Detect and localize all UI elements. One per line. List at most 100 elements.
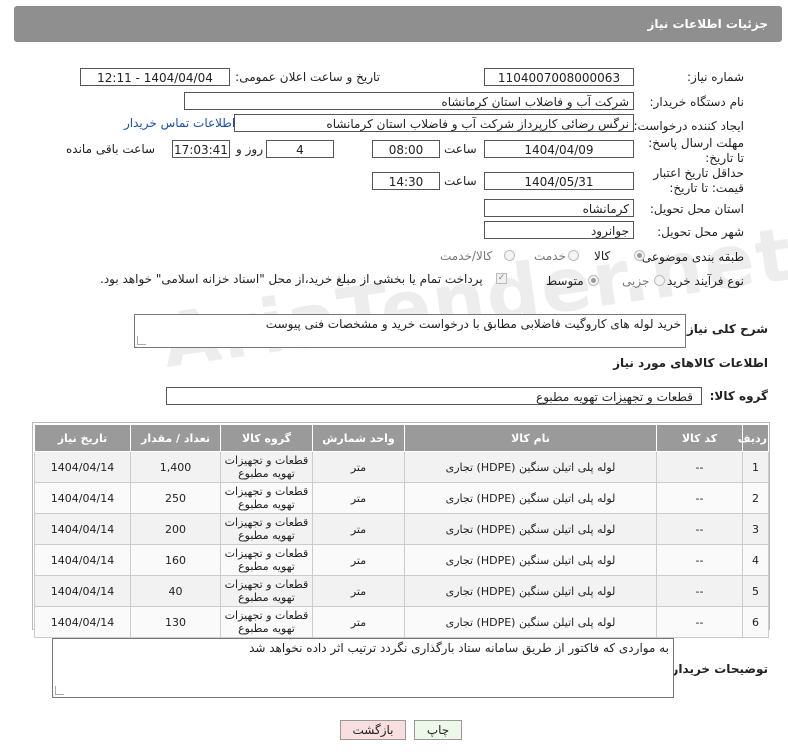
cell-row-number: 3 <box>742 513 769 545</box>
city-field: جوانرود <box>484 221 634 239</box>
process-radio-medium[interactable] <box>588 275 599 286</box>
cell-group: قطعات و تجهیزات تهویه مطبوع <box>220 451 313 483</box>
cell-unit: متر <box>312 575 405 607</box>
description-text: خرید لوله های کاروگیت فاضلابی مطابق با د… <box>265 317 681 331</box>
cell-item-name: لوله پلی اتیلن سنگین (HDPE) تجاری <box>404 544 657 576</box>
cell-need-date: 1404/04/14 <box>34 482 131 514</box>
cell-item-code: -- <box>656 513 743 545</box>
creator-label: ایجاد کننده درخواست: <box>633 119 744 133</box>
need-number-label: شماره نیاز: <box>687 70 744 84</box>
cell-need-date: 1404/04/14 <box>34 451 131 483</box>
cell-row-number: 4 <box>742 544 769 576</box>
creator-field: نرگس رضائی کارپرداز شرکت آب و فاضلاب است… <box>234 114 634 132</box>
description-label: شرح کلی نیاز: <box>682 322 768 336</box>
announce-field: 1404/04/04 - 12:11 <box>80 68 230 86</box>
resize-handle-icon[interactable] <box>55 686 64 695</box>
province-label: استان محل تحویل: <box>649 202 744 216</box>
category-radio-service[interactable] <box>568 250 579 261</box>
cell-unit: متر <box>312 544 405 576</box>
goods-table: ردیف کد کالا نام کالا واحد شمارش گروه کا… <box>34 424 769 638</box>
goods-group-field: قطعات و تجهیزات تهویه مطبوع <box>166 387 702 405</box>
remaining-time-field: 17:03:41 <box>172 140 230 158</box>
cell-quantity: 160 <box>130 544 221 576</box>
description-textarea[interactable]: خرید لوله های کاروگیت فاضلابی مطابق با د… <box>134 314 686 348</box>
buyer-org-field: شرکت آب و فاضلاب استان کرمانشاه <box>184 92 634 110</box>
cell-quantity: 1,400 <box>130 451 221 483</box>
treasury-payment-note: پرداخت تمام یا بخشی از مبلغ خرید،از محل … <box>100 272 483 286</box>
reply-time-field: 08:00 <box>372 140 440 158</box>
days-label: روز و <box>236 142 263 156</box>
goods-section-title: اطلاعات کالاهای مورد نیاز <box>613 356 768 370</box>
buyer-notes-text: به مواردی که فاکتور از طریق سامانه ستاد … <box>249 641 669 655</box>
cell-need-date: 1404/04/14 <box>34 606 131 638</box>
cell-item-name: لوله پلی اتیلن سنگین (HDPE) تجاری <box>404 575 657 607</box>
cell-quantity: 250 <box>130 482 221 514</box>
cell-group: قطعات و تجهیزات تهویه مطبوع <box>220 606 313 638</box>
price-date-field: 1404/05/31 <box>484 172 634 190</box>
cell-item-name: لوله پلی اتیلن سنگین (HDPE) تجاری <box>404 513 657 545</box>
cell-quantity: 200 <box>130 513 221 545</box>
cell-unit: متر <box>312 513 405 545</box>
reply-date-field: 1404/04/09 <box>484 140 634 158</box>
cell-group: قطعات و تجهیزات تهویه مطبوع <box>220 513 313 545</box>
table-header-row: ردیف کد کالا نام کالا واحد شمارش گروه کا… <box>34 424 769 452</box>
cell-group: قطعات و تجهیزات تهویه مطبوع <box>220 575 313 607</box>
reply-deadline-label: مهلت ارسال پاسخ: تا تاریخ: <box>648 136 744 165</box>
category-option-service: خدمت <box>534 249 566 263</box>
process-option-medium: متوسط <box>546 274 584 288</box>
cell-item-code: -- <box>656 544 743 576</box>
cell-unit: متر <box>312 451 405 483</box>
process-option-minor: جزیی <box>622 274 650 288</box>
print-button[interactable]: چاپ <box>414 720 462 740</box>
days-remaining-field: 4 <box>266 140 334 158</box>
process-radio-minor[interactable] <box>654 275 665 286</box>
cell-item-name: لوله پلی اتیلن سنگین (HDPE) تجاری <box>404 451 657 483</box>
cell-row-number: 2 <box>742 482 769 514</box>
cell-need-date: 1404/04/14 <box>34 513 131 545</box>
cell-group: قطعات و تجهیزات تهویه مطبوع <box>220 544 313 576</box>
page-title: جزئیات اطلاعات نیاز <box>647 17 768 31</box>
col-header-item-name: نام کالا <box>404 424 657 452</box>
cell-need-date: 1404/04/14 <box>34 544 131 576</box>
province-field: کرمانشاه <box>484 199 634 217</box>
cell-need-date: 1404/04/14 <box>34 575 131 607</box>
remaining-time-label: ساعت باقی مانده <box>66 142 156 156</box>
col-header-group: گروه کالا <box>220 424 313 452</box>
treasury-payment-checkbox[interactable]: ✓ <box>496 273 507 284</box>
reply-time-label: ساعت <box>444 142 477 156</box>
price-time-field: 14:30 <box>372 172 440 190</box>
cell-quantity: 40 <box>130 575 221 607</box>
cell-row-number: 6 <box>742 606 769 638</box>
col-header-need-date: تاریخ نیاز <box>34 424 131 452</box>
category-radio-goods-service[interactable] <box>504 250 515 261</box>
category-label: طبقه بندی موضوعی: <box>637 250 744 264</box>
col-header-row-number: ردیف <box>738 424 769 452</box>
back-button[interactable]: بازگشت <box>340 720 406 740</box>
table-row: 1 -- لوله پلی اتیلن سنگین (HDPE) تجاری م… <box>34 451 769 483</box>
col-header-quantity: تعداد / مقدار <box>130 424 221 452</box>
category-radio-goods[interactable] <box>634 250 645 261</box>
buyer-notes-label: توضیحات خریدار: <box>666 662 768 676</box>
category-option-goods: کالا <box>594 249 611 263</box>
table-row: 5 -- لوله پلی اتیلن سنگین (HDPE) تجاری م… <box>34 575 769 607</box>
buyer-notes-textarea[interactable]: به مواردی که فاکتور از طریق سامانه ستاد … <box>52 638 674 698</box>
col-header-unit: واحد شمارش <box>312 424 405 452</box>
cell-item-code: -- <box>656 482 743 514</box>
table-row: 4 -- لوله پلی اتیلن سنگین (HDPE) تجاری م… <box>34 544 769 576</box>
cell-item-code: -- <box>656 451 743 483</box>
cell-item-name: لوله پلی اتیلن سنگین (HDPE) تجاری <box>404 606 657 638</box>
cell-unit: متر <box>312 482 405 514</box>
need-number-field: 1104007008000063 <box>484 68 634 86</box>
cell-group: قطعات و تجهیزات تهویه مطبوع <box>220 482 313 514</box>
price-time-label: ساعت <box>444 174 477 188</box>
process-label: نوع فرآیند خرید : <box>659 274 744 288</box>
cell-quantity: 130 <box>130 606 221 638</box>
table-row: 3 -- لوله پلی اتیلن سنگین (HDPE) تجاری م… <box>34 513 769 545</box>
resize-handle-icon[interactable] <box>137 336 146 345</box>
cell-row-number: 5 <box>742 575 769 607</box>
cell-unit: متر <box>312 606 405 638</box>
price-deadline-label: حداقل تاریخ اعتبار قیمت: تا تاریخ: <box>653 166 744 195</box>
cell-item-code: -- <box>656 575 743 607</box>
table-row: 6 -- لوله پلی اتیلن سنگین (HDPE) تجاری م… <box>34 606 769 638</box>
buyer-contact-link[interactable]: اطلاعات تماس خریدار <box>124 116 235 130</box>
